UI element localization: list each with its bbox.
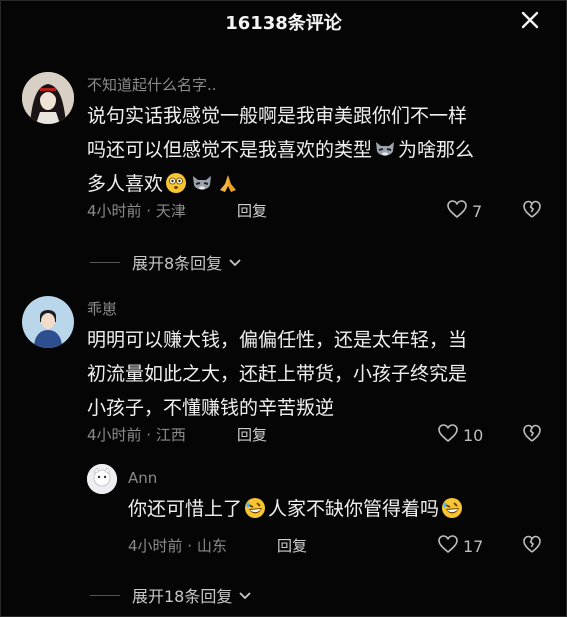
expand-replies-label: 展开18条回复 bbox=[132, 587, 233, 606]
reply-meta: 4小时前 · 山东 bbox=[128, 537, 227, 555]
comment-username[interactable]: 不知道起什么名字.. bbox=[87, 74, 217, 95]
comment-line: 吗还可以但感觉不是我喜欢的类型 为啥那么 bbox=[87, 133, 547, 167]
rofl-face-emoji bbox=[244, 496, 266, 518]
divider bbox=[90, 594, 120, 596]
expand-replies-button[interactable]: 展开18条回复 bbox=[90, 583, 252, 607]
expand-replies-label: 展开8条回复 bbox=[132, 254, 223, 273]
comment-line-text: 多人喜欢 bbox=[87, 173, 164, 195]
heart-icon bbox=[446, 199, 468, 223]
like-count: 10 bbox=[463, 425, 484, 445]
reply-text: 你还可惜上了 人家不缺你管得着吗 bbox=[128, 492, 548, 526]
avatar[interactable] bbox=[22, 296, 74, 348]
comment-text: 说句实话我感觉一般啊是我审美跟你们不一样 吗还可以但感觉不是我喜欢的类型 为啥那么… bbox=[87, 99, 547, 201]
avatar[interactable] bbox=[87, 464, 117, 494]
reply-button[interactable]: 回复 bbox=[277, 535, 307, 556]
dislike-icon[interactable] bbox=[522, 199, 542, 219]
rofl-face-emoji bbox=[441, 496, 463, 518]
comment-meta: 4小时前 · 江西 bbox=[87, 426, 186, 444]
heart-icon bbox=[437, 534, 459, 558]
comment-username[interactable]: 乖崽 bbox=[87, 298, 117, 319]
wolf-face-emoji bbox=[374, 137, 396, 159]
comment-line: 小孩子，不懂赚钱的辛苦叛逆 bbox=[87, 397, 335, 419]
comments-header: 16138条评论 bbox=[0, 0, 567, 40]
comment-line: 多人喜欢 bbox=[87, 167, 547, 201]
reply-text-part: 你还可惜上了 bbox=[128, 498, 243, 520]
heart-icon bbox=[437, 423, 459, 447]
comment-line-text: 为啥那么 bbox=[398, 139, 475, 161]
comment-text: 明明可以赚大钱，偏偏任性，还是太年轻，当 初流量如此之大，还赶上带货，小孩子终究… bbox=[87, 323, 547, 425]
expand-replies-button[interactable]: 展开8条回复 bbox=[90, 250, 242, 274]
chevron-down-icon bbox=[228, 253, 242, 272]
flushed-face-emoji bbox=[165, 171, 187, 193]
like-button[interactable]: 17 bbox=[437, 534, 483, 558]
close-icon[interactable] bbox=[518, 8, 542, 32]
reply-button[interactable]: 回复 bbox=[237, 200, 267, 221]
reply-username[interactable]: Ann bbox=[128, 469, 157, 487]
comment-line: 说句实话我感觉一般啊是我审美跟你们不一样 bbox=[87, 105, 468, 127]
reply-button[interactable]: 回复 bbox=[237, 424, 267, 445]
wolf-face-emoji bbox=[191, 171, 213, 193]
comment-line-text: 吗还可以但感觉不是我喜欢的类型 bbox=[87, 139, 373, 161]
like-count: 7 bbox=[472, 201, 483, 221]
comment-meta: 4小时前 · 天津 bbox=[87, 202, 186, 220]
like-button[interactable]: 7 bbox=[446, 199, 482, 223]
praying-hands-emoji bbox=[217, 171, 239, 193]
avatar[interactable] bbox=[22, 72, 74, 124]
chevron-down-icon bbox=[238, 586, 252, 605]
dislike-icon[interactable] bbox=[522, 534, 542, 554]
like-button[interactable]: 10 bbox=[437, 423, 483, 447]
like-count: 17 bbox=[463, 536, 484, 556]
comment-line: 明明可以赚大钱，偏偏任性，还是太年轻，当 bbox=[87, 329, 468, 351]
comment-line: 初流量如此之大，还赶上带货，小孩子终究是 bbox=[87, 363, 468, 385]
comment-count-title: 16138条评论 bbox=[225, 13, 342, 34]
reply-text-part: 人家不缺你管得着吗 bbox=[268, 498, 440, 520]
dislike-icon[interactable] bbox=[522, 423, 542, 443]
divider bbox=[90, 261, 120, 263]
